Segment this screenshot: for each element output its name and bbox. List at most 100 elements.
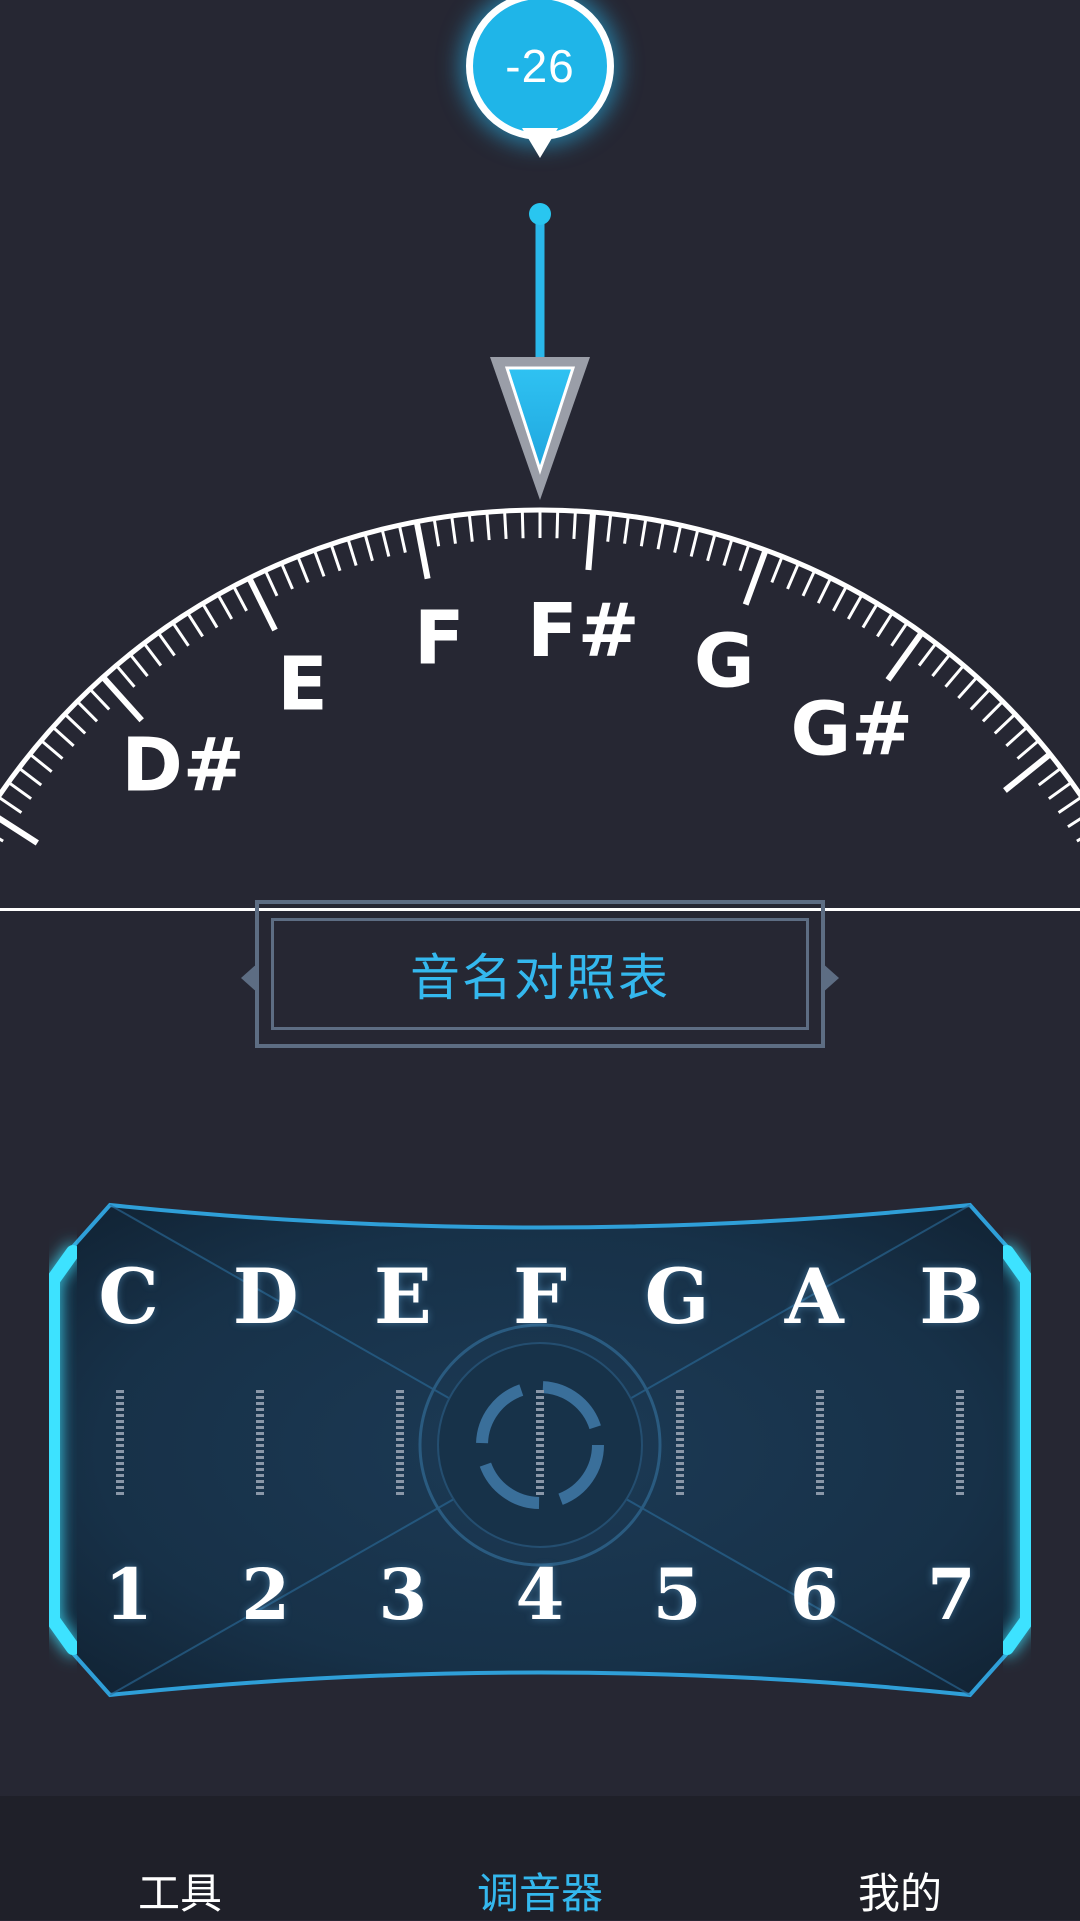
- dial-major-tick: [413, 521, 431, 580]
- dial-minor-tick: [846, 593, 864, 620]
- panel-level-segment: [956, 1426, 964, 1429]
- panel-level-segment: [536, 1462, 544, 1465]
- dial-minor-tick: [363, 533, 374, 562]
- panel-level-segment: [256, 1426, 264, 1429]
- panel-level-segment: [956, 1438, 964, 1441]
- dial-minor-tick: [1037, 766, 1062, 787]
- panel-level-segment: [256, 1438, 264, 1441]
- dial-minor-tick: [216, 593, 234, 620]
- dial-note-label: D#: [121, 722, 244, 808]
- dial-minor-tick: [520, 510, 525, 539]
- panel-level-segment: [956, 1414, 964, 1417]
- dial-minor-tick: [380, 528, 391, 557]
- dial-minor-tick: [656, 521, 665, 550]
- panel-level-segment: [396, 1474, 404, 1477]
- panel-level-segment: [676, 1426, 684, 1429]
- panel-level-segment: [396, 1432, 404, 1435]
- dial-minor-tick: [786, 562, 800, 590]
- panel-level-segment: [116, 1444, 124, 1447]
- dial-minor-tick: [1016, 739, 1040, 760]
- reference-note: F: [513, 1252, 567, 1341]
- dial-minor-tick: [115, 664, 136, 688]
- dial-minor-tick: [1005, 726, 1029, 747]
- dial-minor-tick: [0, 796, 23, 814]
- panel-level-segment: [396, 1420, 404, 1423]
- dial-minor-tick: [981, 700, 1004, 723]
- dial-minor-tick: [1047, 781, 1073, 800]
- dial-minor-tick: [722, 538, 734, 566]
- dial-minor-tick: [890, 621, 909, 647]
- panel-level-segment: [116, 1414, 124, 1417]
- dial-minor-tick: [555, 510, 560, 539]
- panel-level-segment: [116, 1408, 124, 1411]
- panel-level-segment: [396, 1396, 404, 1399]
- panel-level-segment: [956, 1456, 964, 1459]
- dial-major-tick: [585, 511, 597, 571]
- dial-ticks: [0, 510, 1080, 846]
- tuning-dial: D# EF F# G G#: [0, 203, 1080, 846]
- note-table-button-inner: 音名对照表: [271, 918, 809, 1030]
- reference-number-row: 1 2 3 4 5 6 7: [60, 1553, 1020, 1636]
- panel-level-segment: [536, 1492, 544, 1495]
- dial-minor-tick: [157, 631, 176, 657]
- dial-minor-tick: [673, 524, 683, 553]
- panel-level-segment: [116, 1450, 124, 1453]
- dial-minor-tick: [397, 524, 407, 553]
- panel-level-segment: [396, 1390, 404, 1393]
- panel-level-segment: [956, 1480, 964, 1483]
- dial-note-label: F: [414, 596, 465, 682]
- right-arrow-icon: [821, 962, 839, 994]
- dial-minor-tick: [957, 676, 979, 699]
- panel-level-segment: [536, 1402, 544, 1405]
- panel-level-segment: [956, 1486, 964, 1489]
- panel-level-segment: [116, 1420, 124, 1423]
- dial-note-label: G: [694, 619, 755, 705]
- panel-level-segment: [116, 1402, 124, 1405]
- note-table-button[interactable]: 音名对照表: [241, 900, 839, 1048]
- panel-level-segment: [536, 1432, 544, 1435]
- dial-minor-tick: [623, 515, 630, 544]
- reference-note: E: [373, 1252, 432, 1341]
- panel-level-segment: [676, 1408, 684, 1411]
- panel-level-segment: [816, 1456, 824, 1459]
- dial-minor-tick: [450, 515, 457, 544]
- panel-level-segment: [676, 1462, 684, 1465]
- reference-note: A: [784, 1252, 844, 1341]
- dial-minor-tick: [346, 538, 358, 566]
- panel-level-segment: [116, 1486, 124, 1489]
- panel-level-segment: [676, 1420, 684, 1423]
- dial-minor-tick: [738, 543, 751, 572]
- panel-level-segment: [956, 1420, 964, 1423]
- reference-number: 7: [927, 1553, 976, 1636]
- panel-level-segment: [536, 1468, 544, 1471]
- nav-tab-mine[interactable]: 我的: [858, 1860, 942, 1921]
- panel-level-segment: [676, 1450, 684, 1453]
- panel-level-segment: [116, 1390, 124, 1393]
- panel-level-segment: [536, 1480, 544, 1483]
- panel-level-segment: [396, 1468, 404, 1471]
- panel-level-segment: [396, 1492, 404, 1495]
- dial-minor-tick: [801, 569, 817, 597]
- bottom-nav: 工具 调音器 我的: [0, 1796, 1080, 1920]
- dial-minor-tick: [1057, 796, 1080, 814]
- panel-level-segment: [116, 1426, 124, 1429]
- dial-minor-tick: [485, 512, 491, 541]
- nav-tab-tuner[interactable]: 调音器: [477, 1860, 603, 1921]
- dial-major-tick: [1003, 751, 1052, 793]
- panel-level-segment: [816, 1414, 824, 1417]
- panel-level-segment: [816, 1444, 824, 1447]
- panel-level-segment: [816, 1432, 824, 1435]
- nav-tab-tools[interactable]: 工具: [138, 1860, 222, 1921]
- panel-level-segment: [816, 1480, 824, 1483]
- dial-minor-tick: [7, 781, 33, 800]
- dial-minor-tick: [969, 688, 992, 711]
- reference-number: 2: [241, 1553, 291, 1636]
- panel-level-segment: [816, 1420, 824, 1423]
- dial-minor-tick: [40, 739, 64, 760]
- panel-level-segment: [116, 1474, 124, 1477]
- panel-level-segment: [256, 1468, 264, 1471]
- dial-arc: [0, 507, 1080, 800]
- panel-level-segment: [536, 1474, 544, 1477]
- panel-level-segment: [396, 1414, 404, 1417]
- reference-note-row: C D E F G A B: [60, 1252, 1020, 1341]
